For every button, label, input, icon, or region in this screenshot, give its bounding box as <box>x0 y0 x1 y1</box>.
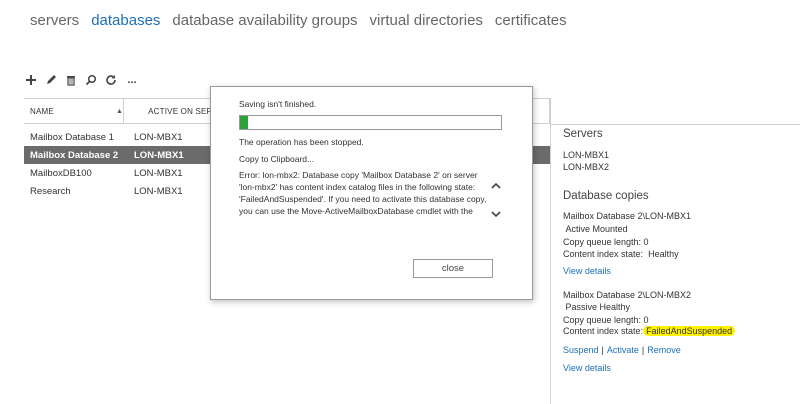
row-name: Mailbox Database 1 <box>30 131 114 143</box>
copy2-status: Passive Healthy <box>565 302 631 312</box>
copy2-index-value-highlighted: FailedAndSuspended <box>643 326 736 336</box>
copy-to-clipboard-link[interactable]: Copy to Clipboard... <box>239 154 314 164</box>
dialog-title: Saving isn't finished. <box>239 99 317 109</box>
progress-fill <box>240 116 248 129</box>
refresh-icon[interactable] <box>104 73 118 87</box>
progress-bar <box>239 115 502 130</box>
copy1-index-value: Healthy <box>648 249 679 259</box>
details-pane: Servers LON-MBX1 LON-MBX2 Database copie… <box>550 98 800 404</box>
copy1-index-state: Content index state: Healthy <box>563 249 679 259</box>
nav-certificates[interactable]: certificates <box>495 12 567 29</box>
servers-heading: Servers <box>563 128 603 140</box>
top-navigation: servers databases database availability … <box>30 12 579 29</box>
row-server: LON-MBX1 <box>134 149 184 161</box>
nav-virtual-directories[interactable]: virtual directories <box>370 12 483 29</box>
server-entry: LON-MBX2 <box>563 162 610 172</box>
scroll-up-icon[interactable] <box>489 179 503 191</box>
search-icon[interactable] <box>84 73 98 87</box>
row-server: LON-MBX1 <box>134 131 183 143</box>
row-server: LON-MBX1 <box>134 167 183 179</box>
copy1-status: Active Mounted <box>565 224 628 234</box>
copy2-index-state: Content index state: FailedAndSuspended <box>563 326 736 336</box>
activate-link[interactable]: Activate <box>607 345 639 355</box>
nav-databases[interactable]: databases <box>91 12 160 29</box>
column-header-name[interactable]: NAME <box>24 107 110 116</box>
remove-link[interactable]: Remove <box>647 345 681 355</box>
toolbar: ... <box>24 73 140 87</box>
copy1-view-details-link[interactable]: View details <box>563 266 611 276</box>
copy1-queue: Copy queue length: 0 <box>563 237 649 247</box>
nav-database-availability-groups[interactable]: database availability groups <box>172 12 357 29</box>
copy2-name: Mailbox Database 2\LON-MBX2 <box>563 290 692 300</box>
add-icon[interactable] <box>24 73 38 87</box>
copy1-name: Mailbox Database 2\LON-MBX1 <box>563 211 692 221</box>
row-name: Mailbox Database 2 <box>30 149 119 161</box>
suspend-link[interactable]: Suspend <box>563 345 599 355</box>
row-server: LON-MBX1 <box>134 185 183 197</box>
nav-servers[interactable]: servers <box>30 12 79 29</box>
copy2-actions: Suspend | Activate | Remove <box>563 345 681 355</box>
copy2-view-details-link[interactable]: View details <box>563 363 611 373</box>
row-name: Research <box>30 185 71 197</box>
sort-ascending-icon[interactable]: ▲ <box>116 108 123 115</box>
error-message: Error: lon-mbx2: Database copy 'Mailbox … <box>239 170 487 216</box>
more-icon[interactable]: ... <box>124 73 140 87</box>
server-entry: LON-MBX1 <box>563 150 610 160</box>
scroll-down-icon[interactable] <box>489 207 503 219</box>
close-button[interactable]: close <box>413 259 493 278</box>
save-status-dialog: Saving isn't finished. The operation has… <box>210 86 533 300</box>
row-name: MailboxDB100 <box>30 167 92 179</box>
database-copies-heading: Database copies <box>563 190 649 202</box>
copy2-queue: Copy queue length: 0 <box>563 315 649 325</box>
edit-icon[interactable] <box>44 73 58 87</box>
operation-stopped-text: The operation has been stopped. <box>239 137 364 147</box>
delete-icon[interactable] <box>64 73 78 87</box>
